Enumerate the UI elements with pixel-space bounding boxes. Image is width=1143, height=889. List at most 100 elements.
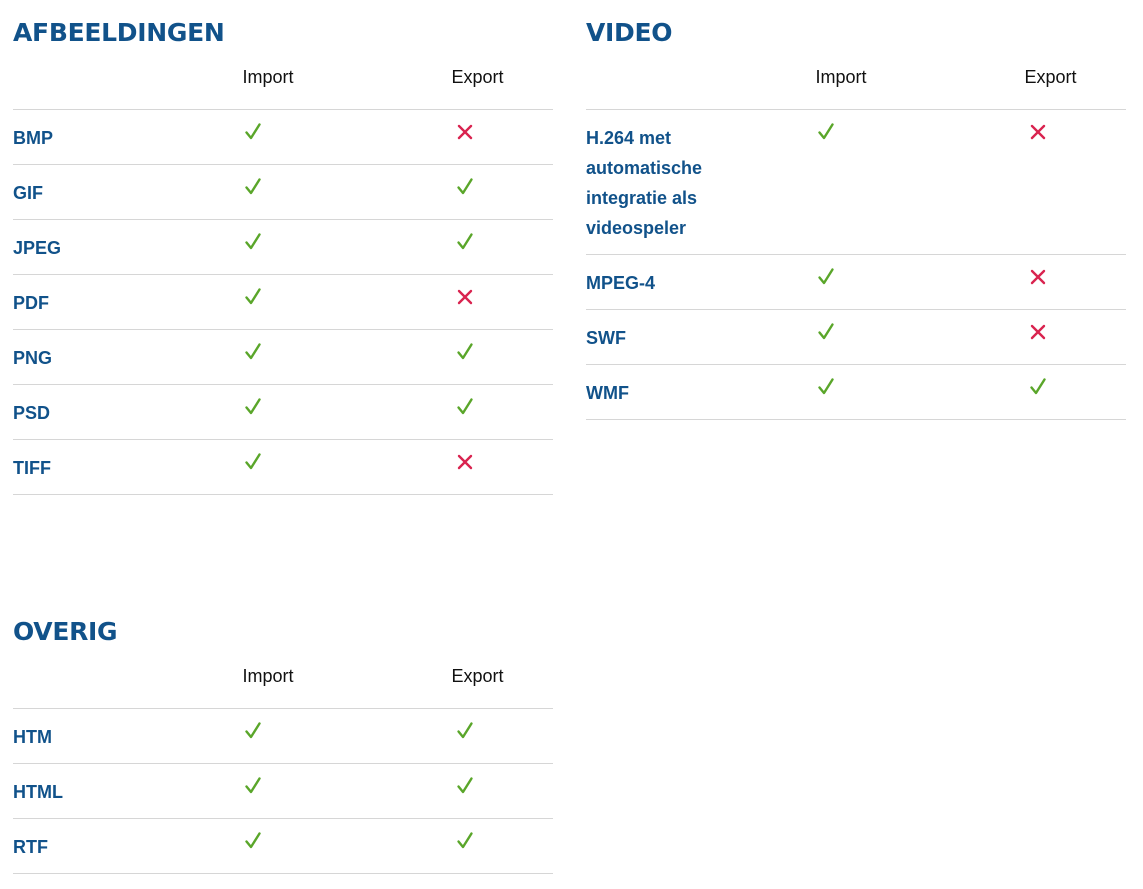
check-icon <box>243 232 263 252</box>
check-icon <box>243 122 263 142</box>
check-icon <box>455 342 475 362</box>
import-status-cell <box>786 110 866 254</box>
table-row: RTF <box>13 819 553 874</box>
import-status-cell <box>213 220 293 274</box>
table-row: JPEG <box>13 220 553 275</box>
import-status-cell <box>213 819 293 873</box>
table-row: TIFF <box>13 440 553 495</box>
column-header-export: Export <box>1024 67 1077 87</box>
export-status-cell <box>420 385 510 439</box>
import-status-cell <box>213 330 293 384</box>
format-name: TIFF <box>13 458 51 478</box>
cross-icon <box>1028 322 1048 342</box>
export-status-cell <box>420 440 510 494</box>
table-header: Import Export <box>13 649 553 709</box>
format-name: PSD <box>13 403 51 423</box>
section-title: VIDEO <box>586 18 673 47</box>
column-header-import: Import <box>242 666 294 686</box>
format-name: HTML <box>13 782 63 802</box>
check-icon <box>455 776 475 796</box>
table-row: HTML <box>13 764 553 819</box>
check-icon <box>455 177 475 197</box>
section-afbeeldingen: AFBEELDINGEN Import Export BMP GIF JPEG PDF… <box>13 16 553 495</box>
import-status-cell <box>786 255 866 309</box>
section-title: OVERIG <box>13 617 118 646</box>
export-status-cell <box>420 330 510 384</box>
import-status-cell <box>786 365 866 419</box>
check-icon <box>455 831 475 851</box>
table-row: WMF <box>586 365 1126 420</box>
check-icon <box>816 267 836 287</box>
table-row: PNG <box>13 330 553 385</box>
import-status-cell <box>213 385 293 439</box>
section-title: AFBEELDINGEN <box>13 18 225 47</box>
check-icon <box>1028 377 1048 397</box>
check-icon <box>816 322 836 342</box>
check-icon <box>455 721 475 741</box>
import-status-cell <box>213 709 293 763</box>
check-icon <box>816 377 836 397</box>
table-row: PDF <box>13 275 553 330</box>
column-header-import: Import <box>242 67 294 87</box>
import-status-cell <box>213 440 293 494</box>
table-body: H.264 met automatische integratie als vi… <box>586 110 1126 420</box>
import-status-cell <box>213 165 293 219</box>
column-header-export: Export <box>451 666 504 686</box>
check-icon <box>243 776 263 796</box>
format-name: WMF <box>586 383 629 403</box>
table-row: HTM <box>13 709 553 764</box>
format-name: SWF <box>586 328 626 348</box>
column-header-import: Import <box>815 67 867 87</box>
table-row: PSD <box>13 385 553 440</box>
export-status-cell <box>993 310 1083 364</box>
check-icon <box>816 122 836 142</box>
format-name: HTM <box>13 727 52 747</box>
export-status-cell <box>993 365 1083 419</box>
import-status-cell <box>786 310 866 364</box>
format-name: MPEG-4 <box>586 273 656 293</box>
cross-icon <box>455 287 475 307</box>
export-status-cell <box>993 255 1083 309</box>
format-name: RTF <box>13 837 48 857</box>
check-icon <box>243 342 263 362</box>
check-icon <box>455 232 475 252</box>
cross-icon <box>455 452 475 472</box>
check-icon <box>455 397 475 417</box>
export-status-cell <box>420 110 510 164</box>
table-row: GIF <box>13 165 553 220</box>
format-name: H.264 met automatische integratie als vi… <box>586 128 703 238</box>
table-row: BMP <box>13 110 553 165</box>
cross-icon <box>1028 267 1048 287</box>
table-row: SWF <box>586 310 1126 365</box>
export-status-cell <box>420 275 510 329</box>
cross-icon <box>1028 122 1048 142</box>
format-name: PNG <box>13 348 53 368</box>
check-icon <box>243 397 263 417</box>
export-status-cell <box>420 819 510 873</box>
export-status-cell <box>993 110 1083 254</box>
section-overig: OVERIG Import Export HTM HTML RTF <box>13 615 553 874</box>
table-row: H.264 met automatische integratie als vi… <box>586 110 1126 255</box>
import-status-cell <box>213 275 293 329</box>
format-name: GIF <box>13 183 43 203</box>
format-name: BMP <box>13 128 53 148</box>
check-icon <box>243 452 263 472</box>
table-body: BMP GIF JPEG PDF PNG PSD TIFF <box>13 110 553 495</box>
table-header: Import Export <box>13 50 553 110</box>
format-name: JPEG <box>13 238 62 258</box>
check-icon <box>243 287 263 307</box>
section-video: VIDEO Import Export H.264 met automatisc… <box>586 16 1126 420</box>
check-icon <box>243 177 263 197</box>
export-status-cell <box>420 165 510 219</box>
check-icon <box>243 831 263 851</box>
cross-icon <box>455 122 475 142</box>
export-status-cell <box>420 709 510 763</box>
table-header: Import Export <box>586 50 1126 110</box>
import-status-cell <box>213 764 293 818</box>
export-status-cell <box>420 764 510 818</box>
import-status-cell <box>213 110 293 164</box>
format-name: PDF <box>13 293 49 313</box>
column-header-export: Export <box>451 67 504 87</box>
export-status-cell <box>420 220 510 274</box>
table-body: HTM HTML RTF <box>13 709 553 874</box>
